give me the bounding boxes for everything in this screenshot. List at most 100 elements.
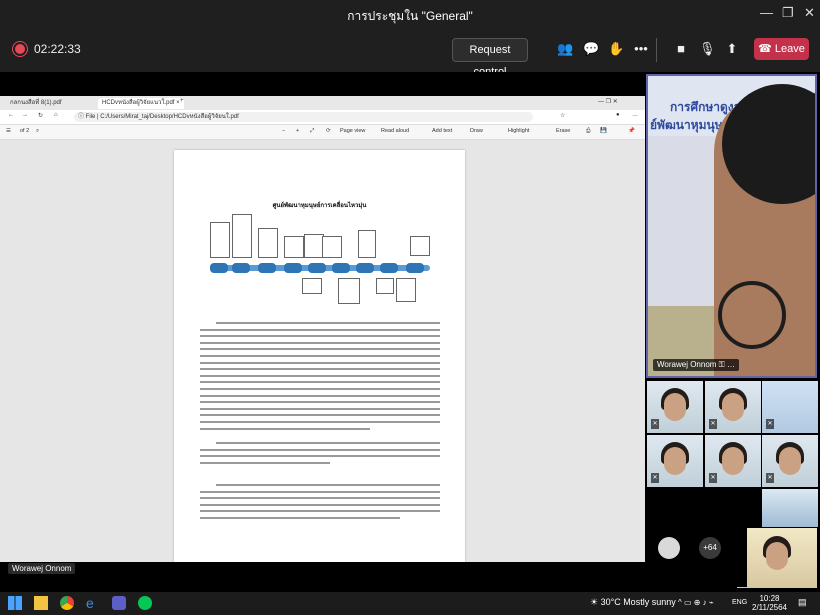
timeline-box: [304, 234, 324, 258]
language-indicator[interactable]: ENG: [732, 599, 747, 606]
url-field[interactable]: ⓘ File | C:/Users/Mirat_taj/Desktop/HCDv…: [74, 112, 533, 122]
browser-tab-active[interactable]: HCDvหนังสือผู้วิจัยแนวใ.pdf ×: [98, 98, 184, 109]
timeline-box: [284, 236, 304, 258]
erase-button[interactable]: Erase: [556, 128, 570, 134]
zoom-out-icon[interactable]: −: [282, 128, 285, 134]
face: [779, 447, 801, 475]
clock-time: 10:28: [759, 594, 780, 603]
page-count: of 2: [20, 128, 30, 134]
timeline-box: [376, 278, 394, 294]
speaker-name-tag: Worawej Onnom ⚿ …: [653, 359, 739, 371]
timeline-node: [332, 263, 350, 273]
participant-tile[interactable]: ✕: [762, 381, 818, 433]
share-icon[interactable]: ⬆: [724, 41, 740, 57]
browser-tab-label: กลกนงสือที่ 8(1).pdf: [10, 100, 62, 106]
pin-icon[interactable]: 📌: [628, 128, 635, 134]
system-tray-icons[interactable]: ^ ▭ ⊕ ♪ ⌁: [678, 598, 714, 607]
pdf-viewport[interactable]: ศูนย์พัฒนาหุมนุษย์การเคลื่อนไหวมุ่น: [0, 140, 645, 562]
refresh-icon[interactable]: ↻: [38, 112, 43, 119]
search-icon[interactable]: ⌕: [36, 128, 39, 135]
presenter-label-bar: Worawej Onnom: [0, 562, 645, 576]
participant-tile[interactable]: [762, 489, 818, 527]
pdf-page: ศูนย์พัฒนาหุมนุษย์การเคลื่อนไหวมุ่น: [174, 150, 465, 562]
add-text-button[interactable]: Add text: [432, 128, 452, 134]
face: [722, 393, 744, 421]
participant-tile[interactable]: ✕: [762, 435, 818, 487]
tile-bg: [762, 489, 818, 527]
minimize-icon[interactable]: —: [760, 5, 773, 20]
line-icon[interactable]: [138, 596, 152, 610]
face: [766, 542, 788, 570]
participant-tile[interactable]: ✕: [647, 435, 703, 487]
mic-off-icon: ✕: [709, 473, 717, 483]
clock[interactable]: 10:28 2/11/2564: [752, 594, 787, 612]
more-participants-count[interactable]: +64: [699, 537, 721, 559]
teams-icon[interactable]: [112, 596, 126, 610]
presenter-name: Worawej Onnom: [8, 563, 76, 574]
internet-explorer-icon[interactable]: e: [86, 596, 100, 610]
clock-date: 2/11/2564: [752, 603, 787, 612]
file-label: File: [85, 114, 96, 120]
zoom-in-icon[interactable]: +: [296, 128, 299, 134]
face: [664, 447, 686, 475]
timeline-box: [258, 228, 278, 258]
windows-start-icon[interactable]: [8, 596, 22, 610]
menu-icon[interactable]: …: [632, 112, 638, 118]
timeline-node: [284, 263, 302, 273]
participant-tile[interactable]: [737, 528, 817, 588]
more-options-icon[interactable]: •••: [633, 41, 649, 57]
avatar: [658, 537, 680, 559]
participant-tile[interactable]: ✕: [647, 381, 703, 433]
raise-hand-icon[interactable]: ✋: [608, 41, 624, 57]
maximize-icon[interactable]: ❐: [782, 5, 794, 21]
browser-tab[interactable]: กลกนงสือที่ 8(1).pdf: [6, 98, 66, 109]
chrome-icon[interactable]: [60, 596, 74, 610]
weather-widget[interactable]: ☀ 30°C Mostly sunny: [590, 597, 676, 608]
timeline-box: [410, 236, 430, 256]
back-icon[interactable]: ←: [8, 112, 14, 118]
mic-off-icon: ✕: [766, 419, 774, 429]
address-bar: ← → ↻ ⌂ ⓘ File | C:/Users/Mirat_taj/Desk…: [0, 110, 645, 125]
window-controls[interactable]: — ❐ ✕: [598, 98, 618, 105]
mic-off-icon: ✕: [709, 419, 717, 429]
close-icon[interactable]: ✕: [804, 5, 815, 21]
meeting-toolbar: 02:22:33 Request control 👥 💬 ✋ ••• ■ 🎙 ⬆…: [0, 28, 820, 78]
favorites-icon[interactable]: ☆: [560, 112, 565, 119]
browser-tab-label: HCDvหนังสือผู้วิจัยแนวใ.pdf: [102, 100, 175, 106]
people-icon[interactable]: 👥: [557, 41, 573, 57]
rotate-icon[interactable]: ⟳: [326, 128, 331, 134]
overflow-participants[interactable]: +64: [647, 527, 747, 587]
read-aloud-button[interactable]: Read aloud: [381, 128, 409, 134]
speaker-video[interactable]: การศึกษาดูงาน ย์พัฒนาหุมนุษ Worawej Onno…: [646, 74, 817, 378]
mic-off-icon[interactable]: 🎙: [699, 41, 716, 57]
participant-tile[interactable]: ✕: [705, 381, 761, 433]
save-icon[interactable]: 💾: [600, 128, 607, 134]
camera-icon[interactable]: ■: [673, 41, 689, 57]
request-control-button[interactable]: Request control: [452, 38, 528, 78]
glasses: [718, 281, 786, 349]
home-icon[interactable]: ⌂: [54, 112, 58, 118]
timeline-box: [396, 278, 416, 302]
window-title-bar: การประชุมใน "General" — ❐ ✕: [0, 0, 820, 28]
body-paragraph: [200, 440, 440, 466]
fit-icon[interactable]: ⤢: [310, 128, 314, 135]
recording-icon: [15, 44, 25, 54]
meeting-timer: 02:22:33: [34, 42, 81, 56]
new-tab-icon[interactable]: +: [180, 98, 184, 104]
leave-button[interactable]: ☎ Leave: [754, 38, 809, 60]
highlight-button[interactable]: Highlight: [508, 128, 529, 134]
file-explorer-icon[interactable]: [34, 596, 48, 610]
timeline-node: [232, 263, 250, 273]
chat-icon[interactable]: 💬: [583, 41, 599, 57]
profile-icon[interactable]: ●: [616, 112, 620, 118]
mic-off-icon: ✕: [651, 419, 659, 429]
timeline-node: [210, 263, 228, 273]
forward-icon[interactable]: →: [22, 112, 28, 118]
participant-tile[interactable]: ✕: [705, 435, 761, 487]
contents-icon[interactable]: ☰: [6, 128, 11, 134]
notification-icon[interactable]: ▤: [798, 597, 807, 608]
print-icon[interactable]: ⎙: [586, 128, 590, 135]
draw-button[interactable]: Draw: [470, 128, 483, 134]
timeline-node: [406, 263, 424, 273]
page-view-button[interactable]: Page view: [340, 128, 365, 134]
